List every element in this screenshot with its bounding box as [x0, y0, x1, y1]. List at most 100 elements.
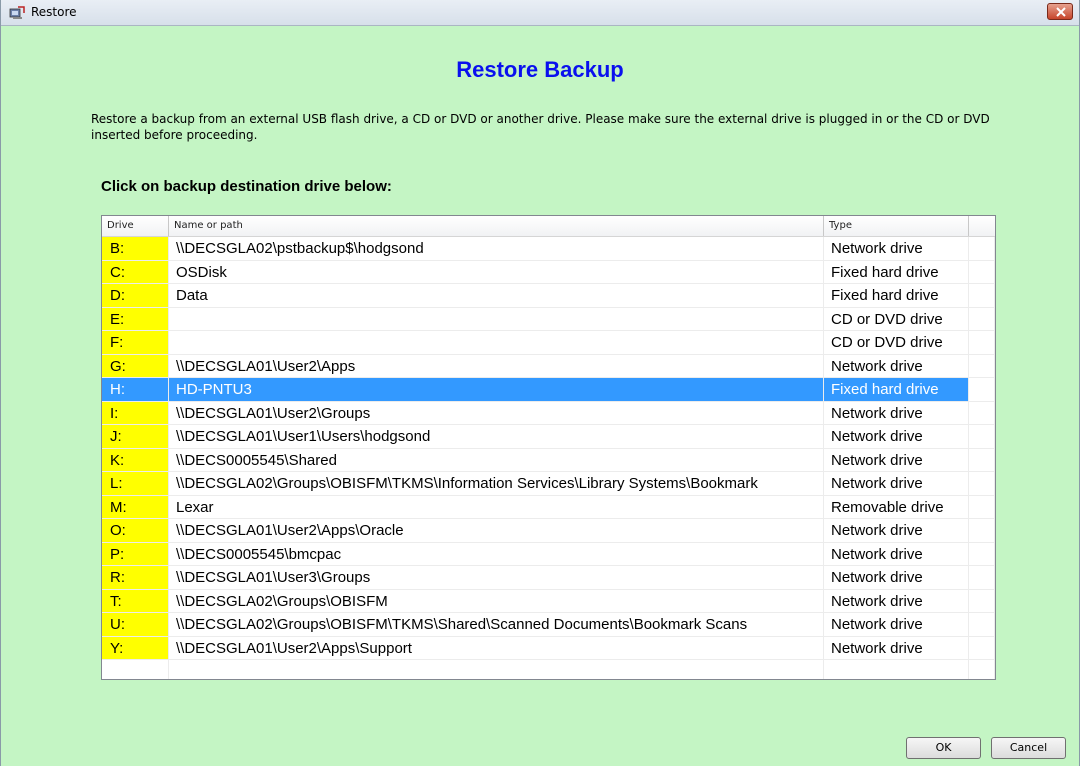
drive-path-cell: Lexar: [169, 495, 824, 519]
drive-row[interactable]: P: \\DECS0005545\bmcpac Network drive: [102, 542, 995, 566]
column-header-filler: [969, 216, 995, 236]
drive-type-cell: Network drive: [824, 636, 969, 660]
drive-letter-cell: G:: [102, 354, 169, 378]
title-bar[interactable]: Restore: [1, 0, 1079, 26]
drive-type-cell: Network drive: [824, 613, 969, 637]
drive-list-header: Drive Name or path Type: [102, 216, 995, 237]
drive-row[interactable]: J: \\DECSGLA01\User1\Users\hodgsond Networ…: [102, 425, 995, 449]
column-header-type[interactable]: Type: [824, 216, 969, 236]
drive-letter-cell: J:: [102, 425, 169, 449]
drive-type-cell: CD or DVD drive: [824, 307, 969, 331]
filler-cell: [969, 660, 995, 679]
drive-letter-cell: C:: [102, 260, 169, 284]
drive-path-cell: \\DECSGLA01\User2\Groups: [169, 401, 824, 425]
drive-path-cell: \\DECSGLA02\Groups\OBISFM: [169, 589, 824, 613]
drive-type-cell: Network drive: [824, 542, 969, 566]
filler-cell: [969, 542, 995, 566]
close-button[interactable]: [1047, 3, 1073, 20]
drive-path-cell: \\DECSGLA01\User2\Apps: [169, 354, 824, 378]
drive-row[interactable]: H: HD-PNTU3 Fixed hard drive: [102, 378, 995, 402]
drive-type-cell: Removable drive: [824, 495, 969, 519]
instruction-label: Click on backup destination drive below:: [101, 178, 392, 195]
drive-type-cell: Network drive: [824, 448, 969, 472]
drive-letter-cell: F:: [102, 331, 169, 355]
cancel-button[interactable]: Cancel: [991, 737, 1066, 759]
column-header-drive[interactable]: Drive: [102, 216, 169, 236]
drive-path-cell: [169, 331, 824, 355]
drive-letter-cell: I:: [102, 401, 169, 425]
filler-cell: [969, 307, 995, 331]
drive-list[interactable]: Drive Name or path Type B: \\DECSGLA02\ps…: [101, 215, 996, 680]
drive-letter-cell: [102, 660, 169, 679]
filler-cell: [969, 354, 995, 378]
drive-row[interactable]: B: \\DECSGLA02\pstbackup$\hodgsond Network…: [102, 237, 995, 261]
close-icon: [1056, 7, 1066, 17]
filler-cell: [969, 331, 995, 355]
drive-path-cell: \\DECSGLA01\User1\Users\hodgsond: [169, 425, 824, 449]
drive-row[interactable]: O: \\DECSGLA01\User2\Apps\Oracle Network d…: [102, 519, 995, 543]
filler-cell: [969, 425, 995, 449]
filler-cell: [969, 566, 995, 590]
drive-type-cell: Network drive: [824, 354, 969, 378]
drive-rows: B: \\DECSGLA02\pstbackup$\hodgsond Network…: [102, 237, 995, 679]
drive-type-cell: Fixed hard drive: [824, 260, 969, 284]
filler-cell: [969, 472, 995, 496]
drive-row[interactable]: R: \\DECSGLA01\User3\Groups Network drive: [102, 566, 995, 590]
drive-type-cell: Network drive: [824, 566, 969, 590]
drive-type-cell: Network drive: [824, 401, 969, 425]
drive-row[interactable]: L: \\DECSGLA02\Groups\OBISFM\TKMS\Informa…: [102, 472, 995, 496]
drive-type-cell: [824, 660, 969, 679]
drive-type-cell: CD or DVD drive: [824, 331, 969, 355]
drive-letter-cell: B:: [102, 237, 169, 261]
filler-cell: [969, 237, 995, 261]
drive-path-cell: OSDisk: [169, 260, 824, 284]
drive-row[interactable]: [102, 660, 995, 679]
drive-letter-cell: E:: [102, 307, 169, 331]
drive-type-cell: Fixed hard drive: [824, 378, 969, 402]
column-header-name[interactable]: Name or path: [169, 216, 824, 236]
drive-path-cell: \\DECS0005545\Shared: [169, 448, 824, 472]
page-heading: Restore Backup: [456, 57, 624, 82]
restore-app-icon: [9, 5, 25, 19]
drive-path-cell: \\DECSGLA02\pstbackup$\hodgsond: [169, 237, 824, 261]
drive-path-cell: [169, 660, 824, 679]
ok-button[interactable]: OK: [906, 737, 981, 759]
drive-letter-cell: O:: [102, 519, 169, 543]
filler-cell: [969, 495, 995, 519]
restore-window: Restore Restore Backup Restore a backup …: [0, 0, 1080, 766]
drive-path-cell: HD-PNTU3: [169, 378, 824, 402]
filler-cell: [969, 636, 995, 660]
drive-path-cell: \\DECSGLA01\User2\Apps\Support: [169, 636, 824, 660]
drive-row[interactable]: T: \\DECSGLA02\Groups\OBISFM Network drive: [102, 589, 995, 613]
drive-letter-cell: K:: [102, 448, 169, 472]
drive-row[interactable]: I: \\DECSGLA01\User2\Groups Network drive: [102, 401, 995, 425]
window-title: Restore: [31, 5, 77, 19]
drive-type-cell: Fixed hard drive: [824, 284, 969, 308]
drive-row[interactable]: M: Lexar Removable drive: [102, 495, 995, 519]
drive-letter-cell: U:: [102, 613, 169, 637]
filler-cell: [969, 284, 995, 308]
drive-row[interactable]: D: Data Fixed hard drive: [102, 284, 995, 308]
drive-row[interactable]: G: \\DECSGLA01\User2\Apps Network drive: [102, 354, 995, 378]
filler-cell: [969, 401, 995, 425]
drive-row[interactable]: Y: \\DECSGLA01\User2\Apps\Support Network …: [102, 636, 995, 660]
drive-type-cell: Network drive: [824, 425, 969, 449]
drive-path-cell: \\DECSGLA02\Groups\OBISFM\TKMS\Informati…: [169, 472, 824, 496]
filler-cell: [969, 613, 995, 637]
drive-path-cell: \\DECSGLA02\Groups\OBISFM\TKMS\Shared\Sc…: [169, 613, 824, 637]
filler-cell: [969, 260, 995, 284]
drive-path-cell: \\DECSGLA01\User2\Apps\Oracle: [169, 519, 824, 543]
drive-letter-cell: D:: [102, 284, 169, 308]
drive-path-cell: Data: [169, 284, 824, 308]
filler-cell: [969, 448, 995, 472]
drive-letter-cell: Y:: [102, 636, 169, 660]
filler-cell: [969, 519, 995, 543]
drive-row[interactable]: C: OSDisk Fixed hard drive: [102, 260, 995, 284]
drive-row[interactable]: E: CD or DVD drive: [102, 307, 995, 331]
drive-row[interactable]: U: \\DECSGLA02\Groups\OBISFM\TKMS\Shared\…: [102, 613, 995, 637]
drive-row[interactable]: K: \\DECS0005545\Shared Network drive: [102, 448, 995, 472]
drive-path-cell: \\DECSGLA01\User3\Groups: [169, 566, 824, 590]
drive-row[interactable]: F: CD or DVD drive: [102, 331, 995, 355]
drive-type-cell: Network drive: [824, 519, 969, 543]
drive-type-cell: Network drive: [824, 472, 969, 496]
